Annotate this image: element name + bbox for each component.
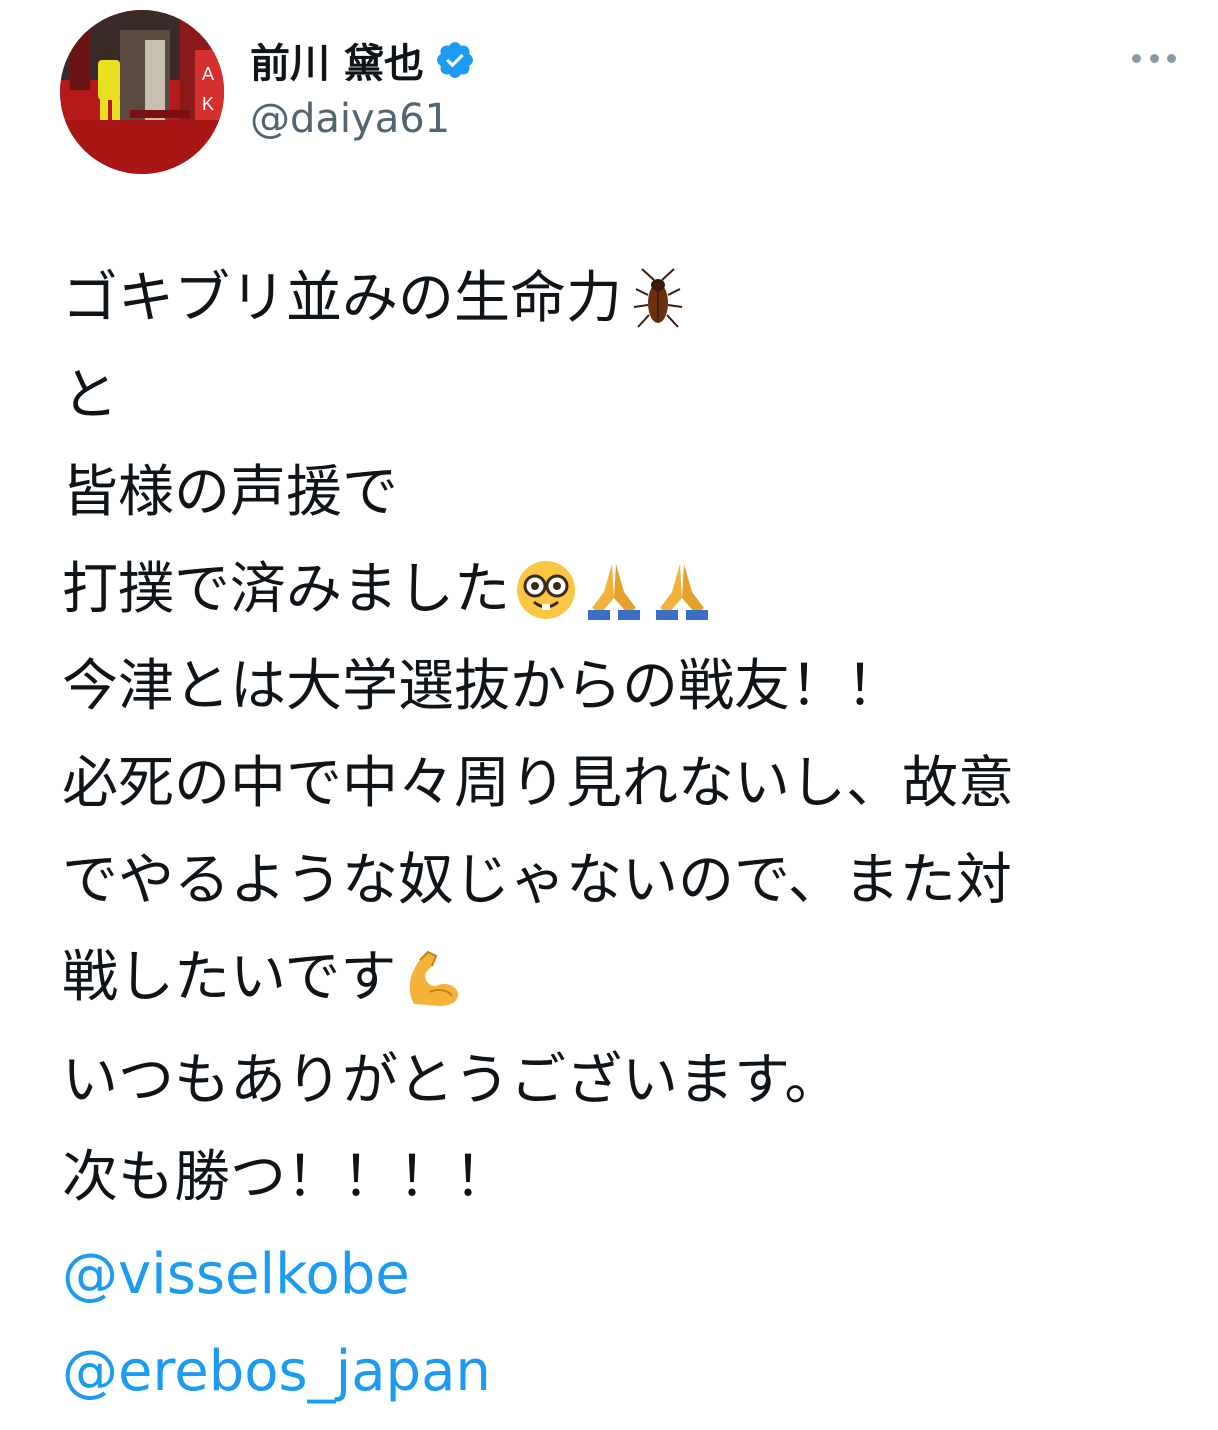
dot (1149, 53, 1159, 63)
line-text: ゴキブリ並みの生命力 (62, 266, 622, 331)
line-text: と (62, 363, 118, 428)
folded-hands-emoji (588, 563, 640, 620)
cockroach-emoji (633, 267, 683, 328)
line-text: 戦したいです (62, 945, 397, 1010)
tweet-line: 今津とは大学選抜からの戦友！！ (62, 638, 1172, 735)
tweet: A K 前川 黛也 @daiya61 ゴキブリ並みの生命力 と 皆様の声援で 打… (0, 0, 1218, 1430)
svg-text:K: K (202, 94, 214, 114)
mention-link[interactable]: @erebos_japan (62, 1323, 491, 1420)
svg-text:A: A (202, 64, 214, 84)
nerd-face-emoji (517, 560, 575, 619)
tweet-text: ゴキブリ並みの生命力 と 皆様の声援で 打撲で済みました 今津とは大学選抜からの… (62, 250, 1172, 1420)
tweet-line: ゴキブリ並みの生命力 (62, 250, 1172, 347)
flexed-biceps-emoji (410, 950, 459, 1006)
avatar[interactable]: A K (60, 10, 224, 174)
tweet-line: でやるような奴じゃないので、また対 (62, 832, 1172, 929)
line-text: でやるような奴じゃないので、また対 (62, 848, 1012, 913)
line-text: 次も勝つ！！！！ (62, 1145, 510, 1210)
dot (1167, 53, 1176, 63)
verified-badge-icon (437, 42, 473, 78)
tweet-line: 必死の中で中々周り見れないし、故意 (62, 735, 1172, 832)
author-info: 前川 黛也 @daiya61 (250, 30, 476, 142)
more-options-icon[interactable] (1132, 46, 1176, 70)
line-text: 今津とは大学選抜からの戦友！！ (62, 654, 902, 719)
line-text: 打撲で済みました (62, 557, 510, 622)
tweet-line: 打撲で済みました (62, 541, 1172, 638)
tweet-line: 戦したいです (62, 929, 1172, 1026)
profile-photo: A K (60, 10, 224, 174)
dot (1132, 53, 1141, 63)
tweet-line: いつもありがとうございます。 (62, 1032, 1172, 1129)
line-text: いつもありがとうございます。 (62, 1048, 841, 1113)
folded-hands-emoji (656, 563, 708, 620)
tweet-line: 次も勝つ！！！！ (62, 1129, 1172, 1226)
tweet-line: @erebos_japan (62, 1323, 1172, 1420)
author-handle[interactable]: @daiya61 (250, 96, 476, 142)
tweet-line: 皆様の声援で (62, 444, 1172, 541)
tweet-line: と (62, 347, 1172, 444)
display-name-row: 前川 黛也 (250, 30, 476, 90)
line-text: 必死の中で中々周り見れないし、故意 (62, 751, 1014, 816)
mention-link[interactable]: @visselkobe (62, 1226, 410, 1323)
tweet-line: @visselkobe (62, 1226, 1172, 1323)
line-text: 皆様の声援で (62, 460, 398, 525)
display-name[interactable]: 前川 黛也 (250, 31, 424, 89)
